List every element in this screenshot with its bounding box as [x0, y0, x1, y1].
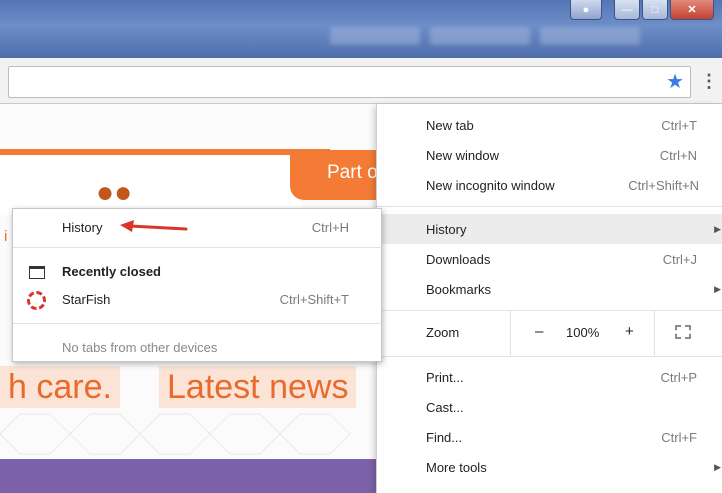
blurred-tab[interactable]: [430, 27, 530, 45]
window-controls: ● — □ ✕: [570, 0, 714, 20]
star-icon[interactable]: ★: [666, 71, 684, 93]
blurred-tab[interactable]: [540, 27, 640, 45]
menu-item-downloads[interactable]: Downloads Ctrl+J: [377, 244, 722, 274]
browser-toolbar: ★ ⋮: [0, 58, 722, 104]
hero-text-care: h care.: [0, 366, 120, 408]
menu-item-new-tab[interactable]: New tab Ctrl+T: [377, 110, 722, 140]
submenu-separator: [13, 323, 381, 324]
history-submenu: History Ctrl+H Recently closed StarFish …: [12, 208, 382, 362]
zoom-level: 100%: [566, 325, 600, 340]
recently-closed-header: Recently closed: [13, 259, 381, 285]
zoom-in-button[interactable]: +: [625, 323, 634, 340]
menu-item-new-incognito[interactable]: New incognito window Ctrl+Shift+N: [377, 170, 722, 200]
fullscreen-icon[interactable]: [675, 325, 691, 339]
menu-item-history[interactable]: History ▶: [377, 214, 722, 244]
menu-kebab-icon[interactable]: ⋮: [700, 70, 718, 96]
submenu-arrow-icon: ▶: [714, 461, 721, 472]
menu-separator: [377, 356, 722, 357]
purple-footer-band: [0, 459, 380, 493]
menu-item-bookmarks[interactable]: Bookmarks ▶: [377, 274, 722, 304]
people-icon: ●●: [96, 176, 133, 209]
user-icon[interactable]: ●: [570, 0, 602, 20]
annotation-arrow-icon: [120, 220, 188, 232]
submenu-separator: [13, 247, 381, 248]
close-button[interactable]: ✕: [670, 0, 714, 20]
hexagon-background: [0, 409, 380, 459]
submenu-item-history[interactable]: History Ctrl+H: [13, 215, 381, 241]
menu-separator: [377, 206, 722, 207]
submenu-arrow-icon: ▶: [714, 283, 721, 294]
header-card: [0, 155, 302, 215]
submenu-item-starfish[interactable]: StarFish Ctrl+Shift+T: [13, 287, 381, 313]
menu-item-print[interactable]: Print... Ctrl+P: [377, 362, 722, 392]
menu-item-find[interactable]: Find... Ctrl+F: [377, 422, 722, 452]
tab-icon: [29, 266, 45, 279]
menu-item-more-tools[interactable]: More tools ▶: [377, 452, 722, 482]
submenu-arrow-icon: ▶: [714, 223, 721, 234]
browser-main-menu: New tab Ctrl+T New window Ctrl+N New inc…: [376, 104, 722, 493]
menu-zoom-row: Zoom – 100% +: [377, 310, 722, 356]
hero-text-latest-news[interactable]: Latest news: [159, 366, 357, 408]
part-of-text: Part o: [327, 162, 378, 183]
left-edge-text: i: [4, 228, 8, 245]
menu-item-new-window[interactable]: New window Ctrl+N: [377, 140, 722, 170]
zoom-control: – 100% +: [510, 310, 655, 356]
zoom-out-button[interactable]: –: [535, 323, 543, 340]
maximize-button[interactable]: □: [642, 0, 668, 20]
minimize-button[interactable]: —: [614, 0, 640, 20]
menu-item-cast[interactable]: Cast...: [377, 392, 722, 422]
blurred-tab[interactable]: [330, 27, 420, 45]
starfish-icon: [27, 291, 46, 310]
address-bar[interactable]: ★: [8, 66, 691, 98]
window-titlebar: ● — □ ✕: [0, 0, 722, 58]
no-tabs-message: No tabs from other devices: [62, 340, 218, 355]
